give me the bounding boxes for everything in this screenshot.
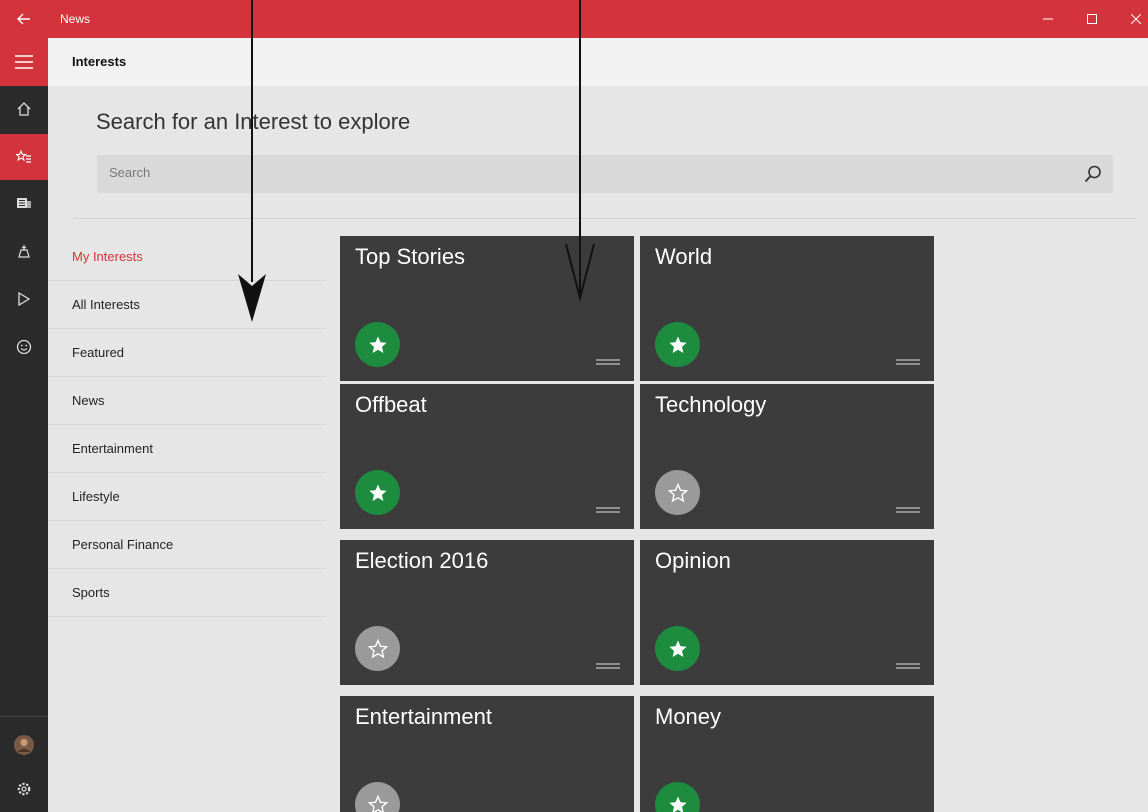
home-icon bbox=[17, 102, 31, 116]
account-button[interactable] bbox=[0, 722, 48, 768]
tile-title: World bbox=[655, 244, 713, 269]
star-filled-icon bbox=[668, 640, 687, 657]
minimize-icon bbox=[1043, 18, 1053, 20]
nav-interests[interactable] bbox=[0, 134, 48, 180]
back-button[interactable] bbox=[0, 0, 48, 38]
interest-tile-technology[interactable]: Technology bbox=[640, 384, 934, 529]
interest-tile-offbeat[interactable]: Offbeat bbox=[340, 384, 634, 529]
category-news[interactable]: News bbox=[48, 377, 326, 425]
tile-title: Opinion bbox=[655, 548, 731, 573]
follow-toggle[interactable] bbox=[655, 470, 700, 515]
drag-handle-icon[interactable] bbox=[596, 358, 620, 366]
category-sports[interactable]: Sports bbox=[48, 569, 326, 617]
interest-tile-election-2016[interactable]: Election 2016 bbox=[340, 540, 634, 685]
close-icon bbox=[1131, 14, 1141, 24]
minimize-button[interactable] bbox=[1026, 0, 1070, 38]
interest-tile-entertainment[interactable]: Entertainment bbox=[340, 696, 634, 812]
star-filled-icon bbox=[668, 796, 687, 812]
close-button[interactable] bbox=[1114, 0, 1148, 38]
video-icon bbox=[18, 292, 30, 306]
interest-tile-money[interactable]: Money bbox=[640, 696, 934, 812]
title-bar: News bbox=[0, 0, 1148, 38]
star-list-icon bbox=[16, 150, 31, 163]
interest-tile-world[interactable]: World bbox=[640, 236, 934, 381]
drag-handle-icon[interactable] bbox=[596, 662, 620, 670]
category-list: My Interests All Interests Featured News… bbox=[48, 233, 326, 617]
follow-toggle[interactable] bbox=[355, 470, 400, 515]
rail-divider bbox=[0, 716, 48, 717]
search-icon bbox=[1084, 165, 1101, 183]
tile-title: Top Stories bbox=[355, 244, 466, 269]
star-filled-icon bbox=[668, 336, 687, 353]
interest-tile-top-stories[interactable]: Top Stories bbox=[340, 236, 634, 381]
nav-feedback[interactable] bbox=[0, 324, 48, 370]
follow-toggle[interactable] bbox=[355, 322, 400, 367]
tile-title: Offbeat bbox=[355, 392, 427, 417]
nav-video[interactable] bbox=[0, 276, 48, 322]
hamburger-button[interactable] bbox=[0, 38, 48, 86]
maximize-icon bbox=[1087, 14, 1097, 24]
settings-icon bbox=[17, 782, 31, 796]
local-icon bbox=[18, 245, 30, 258]
page-title: Interests bbox=[72, 54, 127, 69]
page-header: Interests bbox=[48, 38, 1148, 86]
category-featured[interactable]: Featured bbox=[48, 329, 326, 377]
search-button[interactable] bbox=[1079, 160, 1107, 188]
interest-tile-opinion[interactable]: Opinion bbox=[640, 540, 934, 685]
category-entertainment[interactable]: Entertainment bbox=[48, 425, 326, 473]
star-filled-icon bbox=[368, 484, 387, 501]
star-outline-icon bbox=[367, 794, 388, 812]
nav-home[interactable] bbox=[0, 86, 48, 132]
drag-handle-icon[interactable] bbox=[896, 506, 920, 514]
tile-title: Money bbox=[655, 704, 722, 729]
follow-toggle[interactable] bbox=[655, 782, 700, 812]
category-lifestyle[interactable]: Lifestyle bbox=[48, 473, 326, 521]
maximize-button[interactable] bbox=[1070, 0, 1114, 38]
hamburger-icon bbox=[15, 55, 33, 69]
category-personal-finance[interactable]: Personal Finance bbox=[48, 521, 326, 569]
tile-title: Election 2016 bbox=[355, 548, 489, 573]
drag-handle-icon[interactable] bbox=[896, 662, 920, 670]
section-divider bbox=[74, 218, 1136, 219]
drag-handle-icon[interactable] bbox=[596, 506, 620, 514]
category-my-interests[interactable]: My Interests bbox=[48, 233, 326, 281]
follow-toggle[interactable] bbox=[355, 626, 400, 671]
search-heading: Search for an Interest to explore bbox=[96, 109, 411, 134]
newspaper-icon bbox=[17, 198, 31, 208]
nav-sources[interactable] bbox=[0, 180, 48, 226]
star-outline-icon bbox=[667, 482, 688, 502]
back-arrow-icon bbox=[17, 13, 30, 25]
tile-title: Entertainment bbox=[355, 704, 492, 729]
nav-rail bbox=[0, 38, 48, 812]
follow-toggle[interactable] bbox=[655, 626, 700, 671]
star-outline-icon bbox=[367, 638, 388, 658]
search-input[interactable] bbox=[109, 165, 1059, 180]
drag-handle-icon[interactable] bbox=[896, 358, 920, 366]
star-filled-icon bbox=[368, 336, 387, 353]
smiley-icon bbox=[16, 339, 32, 355]
app-title: News bbox=[60, 12, 91, 26]
nav-local[interactable] bbox=[0, 228, 48, 274]
follow-toggle[interactable] bbox=[655, 322, 700, 367]
avatar bbox=[14, 735, 34, 755]
nav-settings[interactable] bbox=[0, 766, 48, 812]
search-box bbox=[97, 155, 1113, 193]
category-all-interests[interactable]: All Interests bbox=[48, 281, 326, 329]
tile-title: Technology bbox=[655, 392, 767, 417]
follow-toggle[interactable] bbox=[355, 782, 400, 812]
